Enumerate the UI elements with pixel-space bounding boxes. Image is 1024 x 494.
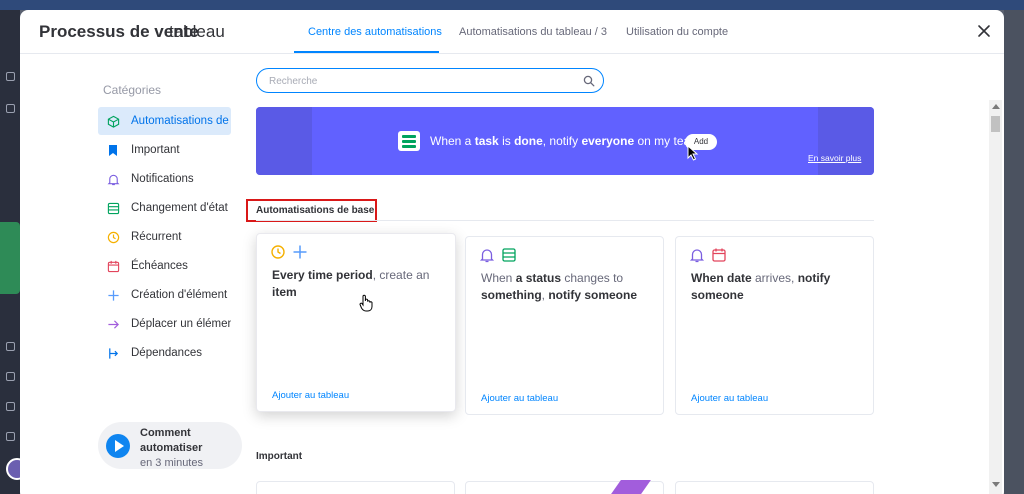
arrow-right-icon xyxy=(106,317,120,331)
category-label: Changement d'état xyxy=(131,202,228,214)
tab-board-automations[interactable]: Automatisations du tableau / 3 xyxy=(459,26,607,38)
category-important[interactable]: Important xyxy=(98,136,231,164)
category-label: Échéances xyxy=(131,260,188,272)
home-icon[interactable] xyxy=(6,72,15,81)
bell-icon xyxy=(689,247,705,263)
automation-recipe: When a status changes to something, noti… xyxy=(481,271,638,302)
calendar-nav-icon[interactable] xyxy=(6,342,15,351)
category-item-creation[interactable]: Création d'élément xyxy=(98,281,231,309)
calendar-icon xyxy=(106,259,120,273)
banner-shade-right xyxy=(818,107,874,175)
highlight-box xyxy=(246,199,377,222)
play-icon[interactable] xyxy=(106,434,130,458)
how-to-title: Comment automatiser xyxy=(140,427,203,454)
help-nav-icon[interactable] xyxy=(6,432,15,441)
category-label: Récurrent xyxy=(131,231,182,243)
plus-icon xyxy=(106,288,120,302)
category-due-dates[interactable]: Échéances xyxy=(98,252,231,280)
hand-cursor-icon xyxy=(359,294,373,312)
category-label: Dépendances xyxy=(131,347,202,359)
calendar-icon xyxy=(711,247,727,263)
learn-more-link[interactable]: En savoir plus xyxy=(808,153,861,163)
clock-icon xyxy=(106,230,120,244)
scroll-down-arrow-icon[interactable] xyxy=(992,482,1000,487)
add-to-board-link[interactable]: Ajouter au tableau xyxy=(272,390,349,401)
how-to-duration: en 3 minutes xyxy=(140,457,203,469)
workspace-icon[interactable] xyxy=(6,104,15,113)
status-list-icon xyxy=(106,201,120,215)
modal-header: Processus de vente tableau Centre des au… xyxy=(20,10,1004,54)
promo-banner: When a task is done, notify everyone on … xyxy=(256,107,874,175)
close-icon[interactable] xyxy=(975,22,993,40)
category-dependencies[interactable]: Dépendances xyxy=(98,339,231,367)
automation-card[interactable]: When a status changes to something, noti… xyxy=(465,236,664,415)
search-box[interactable] xyxy=(256,68,604,93)
modal-subtitle: tableau xyxy=(169,22,225,41)
add-to-board-link[interactable]: Ajouter au tableau xyxy=(691,393,768,404)
automations-modal: Processus de vente tableau Centre des au… xyxy=(20,10,1004,494)
automation-recipe: When date arrives, notify someone xyxy=(691,271,831,302)
scrollbar[interactable] xyxy=(989,100,1002,494)
search-input[interactable] xyxy=(269,73,569,89)
dependency-icon xyxy=(106,346,120,360)
bookmark-icon xyxy=(106,143,120,157)
app-right-edge xyxy=(1004,10,1024,494)
mouse-cursor-icon xyxy=(687,145,699,161)
tab-automation-center[interactable]: Centre des automatisations xyxy=(308,26,442,38)
section-divider xyxy=(256,220,874,221)
category-basic-automations[interactable]: Automatisations de xyxy=(98,107,231,135)
people-nav-icon[interactable] xyxy=(6,372,15,381)
banner-text: When a task is done, notify everyone on … xyxy=(430,134,701,148)
automation-recipe: Every time period, create an item xyxy=(272,268,430,299)
app-topbar xyxy=(0,0,1024,10)
search-nav-icon[interactable] xyxy=(6,402,15,411)
category-label: Automatisations de xyxy=(131,115,229,127)
plus-icon xyxy=(292,244,308,260)
section-title-important: Important xyxy=(256,451,303,462)
category-label: Création d'élément xyxy=(131,289,228,301)
category-move-item[interactable]: Déplacer un élémen xyxy=(98,310,231,338)
scroll-up-arrow-icon[interactable] xyxy=(992,104,1000,109)
bell-icon xyxy=(479,247,495,263)
category-label: Important xyxy=(131,144,180,156)
add-to-board-link[interactable]: Ajouter au tableau xyxy=(481,393,558,404)
category-status-change[interactable]: Changement d'état xyxy=(98,194,231,222)
status-list-icon xyxy=(501,247,517,263)
nav-highlight[interactable] xyxy=(0,222,20,294)
category-label: Notifications xyxy=(131,173,194,185)
automation-card[interactable]: When date arrives, notify someone Ajoute… xyxy=(675,236,874,415)
category-recurring[interactable]: Récurrent xyxy=(98,223,231,251)
how-to-automate-video[interactable]: Comment automatiser en 3 minutes xyxy=(98,422,242,469)
bell-icon xyxy=(106,172,120,186)
categories-title: Catégories xyxy=(103,83,162,97)
banner-shade-left xyxy=(256,107,312,175)
status-list-icon xyxy=(398,131,420,151)
category-notifications[interactable]: Notifications xyxy=(98,165,231,193)
clock-icon xyxy=(270,244,286,260)
cube-icon xyxy=(106,114,120,128)
category-label: Déplacer un élémen xyxy=(131,318,231,330)
automation-card[interactable]: Every time period, create an item Ajoute… xyxy=(256,233,456,412)
tab-account-usage[interactable]: Utilisation du compte xyxy=(626,26,728,38)
automation-card[interactable] xyxy=(675,481,874,494)
scrollbar-thumb[interactable] xyxy=(991,116,1000,132)
active-tab-indicator xyxy=(294,51,439,53)
search-icon[interactable] xyxy=(583,75,595,87)
automation-card[interactable] xyxy=(256,481,455,494)
